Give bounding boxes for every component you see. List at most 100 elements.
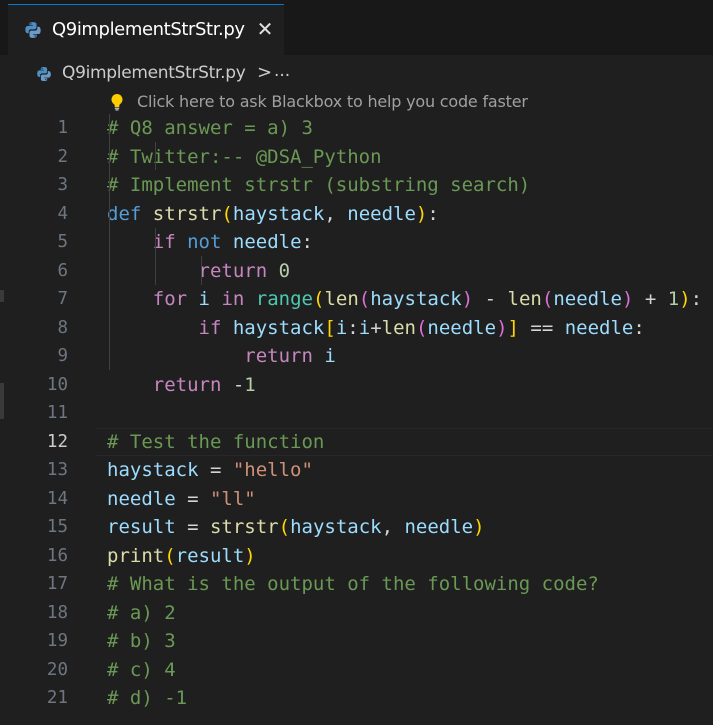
python-file-icon bbox=[24, 21, 42, 43]
line-number: 7 bbox=[57, 289, 68, 309]
indent-guide bbox=[109, 114, 110, 370]
code-text: # Q8 answer = a) 3 bbox=[107, 114, 313, 143]
code-token: result bbox=[107, 516, 176, 538]
code-token: print bbox=[107, 544, 165, 567]
line-number: 2 bbox=[57, 146, 68, 167]
line-number: 18 bbox=[46, 602, 68, 623]
code-token: needle bbox=[427, 316, 497, 339]
code-token: = bbox=[175, 516, 210, 538]
code-text: if not needle: bbox=[107, 228, 313, 257]
code-text: # Twitter:-- @DSA_Python bbox=[107, 143, 382, 172]
breadcrumb-file[interactable]: Q9implementStrStr.py bbox=[62, 63, 246, 83]
code-token: - bbox=[221, 373, 245, 396]
code-text: def strstr(haystack, needle): bbox=[107, 200, 439, 229]
code-line[interactable]: 10 return -1 bbox=[0, 371, 713, 400]
code-token: in bbox=[221, 288, 245, 310]
code-text: result = strstr(haystack, needle) bbox=[107, 513, 485, 542]
code-token: haystack bbox=[232, 202, 325, 225]
code-token: # b) 3 bbox=[107, 630, 176, 652]
line-number: 4 bbox=[57, 203, 68, 224]
code-line[interactable]: 16 print(result) bbox=[0, 542, 713, 571]
indent-guide bbox=[155, 228, 156, 285]
code-token: ( bbox=[313, 288, 325, 310]
code-token: ( bbox=[278, 516, 291, 538]
line-number: 20 bbox=[46, 659, 68, 680]
code-token: ) bbox=[621, 288, 634, 310]
code-token: haystack bbox=[370, 288, 462, 310]
line-number: 16 bbox=[46, 545, 68, 566]
code-line[interactable]: 18 # a) 2 bbox=[0, 599, 713, 628]
line-number: 6 bbox=[57, 260, 68, 281]
code-line[interactable]: 8 if haystack[i:i+len(needle)] == needle… bbox=[0, 314, 713, 343]
code-token: "ll" bbox=[209, 487, 256, 510]
code-token: 1 bbox=[244, 373, 256, 396]
code-text: # c) 4 bbox=[107, 656, 176, 685]
code-line[interactable]: 17 # What is the output of the following … bbox=[0, 570, 713, 599]
code-token: ( bbox=[164, 544, 176, 567]
code-token: ) bbox=[496, 316, 508, 339]
code-line[interactable]: 20 # c) 4 bbox=[0, 656, 713, 685]
code-token: # What is the output of the following co… bbox=[107, 573, 599, 595]
code-token: needle bbox=[107, 487, 176, 510]
code-text: print(result) bbox=[107, 542, 256, 571]
code-token: strstr bbox=[152, 202, 222, 225]
code-editor[interactable]: 1 # Q8 answer = a) 3 2 # Twitter:-- @DSA_Py… bbox=[0, 114, 713, 713]
code-token: def bbox=[107, 202, 142, 225]
code-text: # Test the function bbox=[107, 428, 324, 457]
breadcrumb-separator: > bbox=[257, 62, 273, 83]
breadcrumb-more[interactable]: ... bbox=[274, 61, 290, 81]
line-number: 11 bbox=[46, 403, 68, 423]
close-icon[interactable]: ✕ bbox=[254, 17, 276, 41]
code-line[interactable]: 4 def strstr(haystack, needle): bbox=[0, 200, 713, 229]
line-number: 13 bbox=[46, 460, 68, 480]
code-text: for i in range(len(haystack) - len(needl… bbox=[107, 285, 702, 314]
code-token: ( bbox=[415, 316, 428, 339]
code-token: len bbox=[381, 316, 416, 339]
tab-bar: Q9implementStrStr.py ✕ bbox=[0, 0, 713, 55]
code-line[interactable]: 11 bbox=[0, 399, 713, 428]
code-text: # a) 2 bbox=[107, 599, 176, 628]
code-text: needle = "ll" bbox=[107, 485, 256, 514]
code-text: haystack = "hello" bbox=[107, 456, 313, 485]
line-number: 9 bbox=[57, 346, 68, 366]
code-token: needle bbox=[232, 231, 302, 253]
code-token: i bbox=[335, 316, 348, 339]
code-token: len bbox=[507, 288, 542, 310]
code-token: # Implement strstr (substring search) bbox=[107, 174, 531, 196]
code-token: = bbox=[175, 487, 210, 510]
line-number: 14 bbox=[46, 488, 68, 509]
code-token: len bbox=[324, 288, 359, 310]
code-line[interactable]: 1 # Q8 answer = a) 3 bbox=[0, 114, 713, 143]
code-line[interactable]: 9 return i bbox=[0, 342, 713, 371]
code-line[interactable]: 3 # Implement strstr (substring search) bbox=[0, 171, 713, 200]
line-number: 1 bbox=[57, 118, 68, 138]
code-line[interactable]: 5 if not needle: bbox=[0, 228, 713, 257]
code-token: 0 bbox=[278, 259, 291, 282]
code-text: # Implement strstr (substring search) bbox=[107, 171, 530, 200]
code-line[interactable]: 6 return 0 bbox=[0, 257, 713, 286]
code-line[interactable]: 21 # d) -1 bbox=[0, 684, 713, 713]
code-text: # What is the output of the following co… bbox=[107, 570, 599, 599]
code-line[interactable]: 13 haystack = "hello" bbox=[0, 456, 713, 485]
code-line[interactable]: 12 # Test the function bbox=[0, 427, 713, 457]
code-token: haystack bbox=[107, 459, 199, 481]
code-token: # a) 2 bbox=[107, 601, 176, 624]
code-line[interactable]: 19 # b) 3 bbox=[0, 627, 713, 656]
code-line[interactable]: 15 result = strstr(haystack, needle) bbox=[0, 513, 713, 542]
code-line[interactable]: 7 for i in range(len(haystack) - len(nee… bbox=[0, 285, 713, 314]
line-number: 21 bbox=[46, 688, 68, 708]
code-line[interactable]: 14 needle = "ll" bbox=[0, 485, 713, 514]
code-token: needle bbox=[404, 516, 474, 538]
editor-tab[interactable]: Q9implementStrStr.py ✕ bbox=[8, 4, 284, 55]
code-token: ) bbox=[473, 516, 485, 538]
code-token: : bbox=[633, 316, 645, 339]
code-line[interactable]: 2 # Twitter:-- @DSA_Python bbox=[0, 143, 713, 172]
